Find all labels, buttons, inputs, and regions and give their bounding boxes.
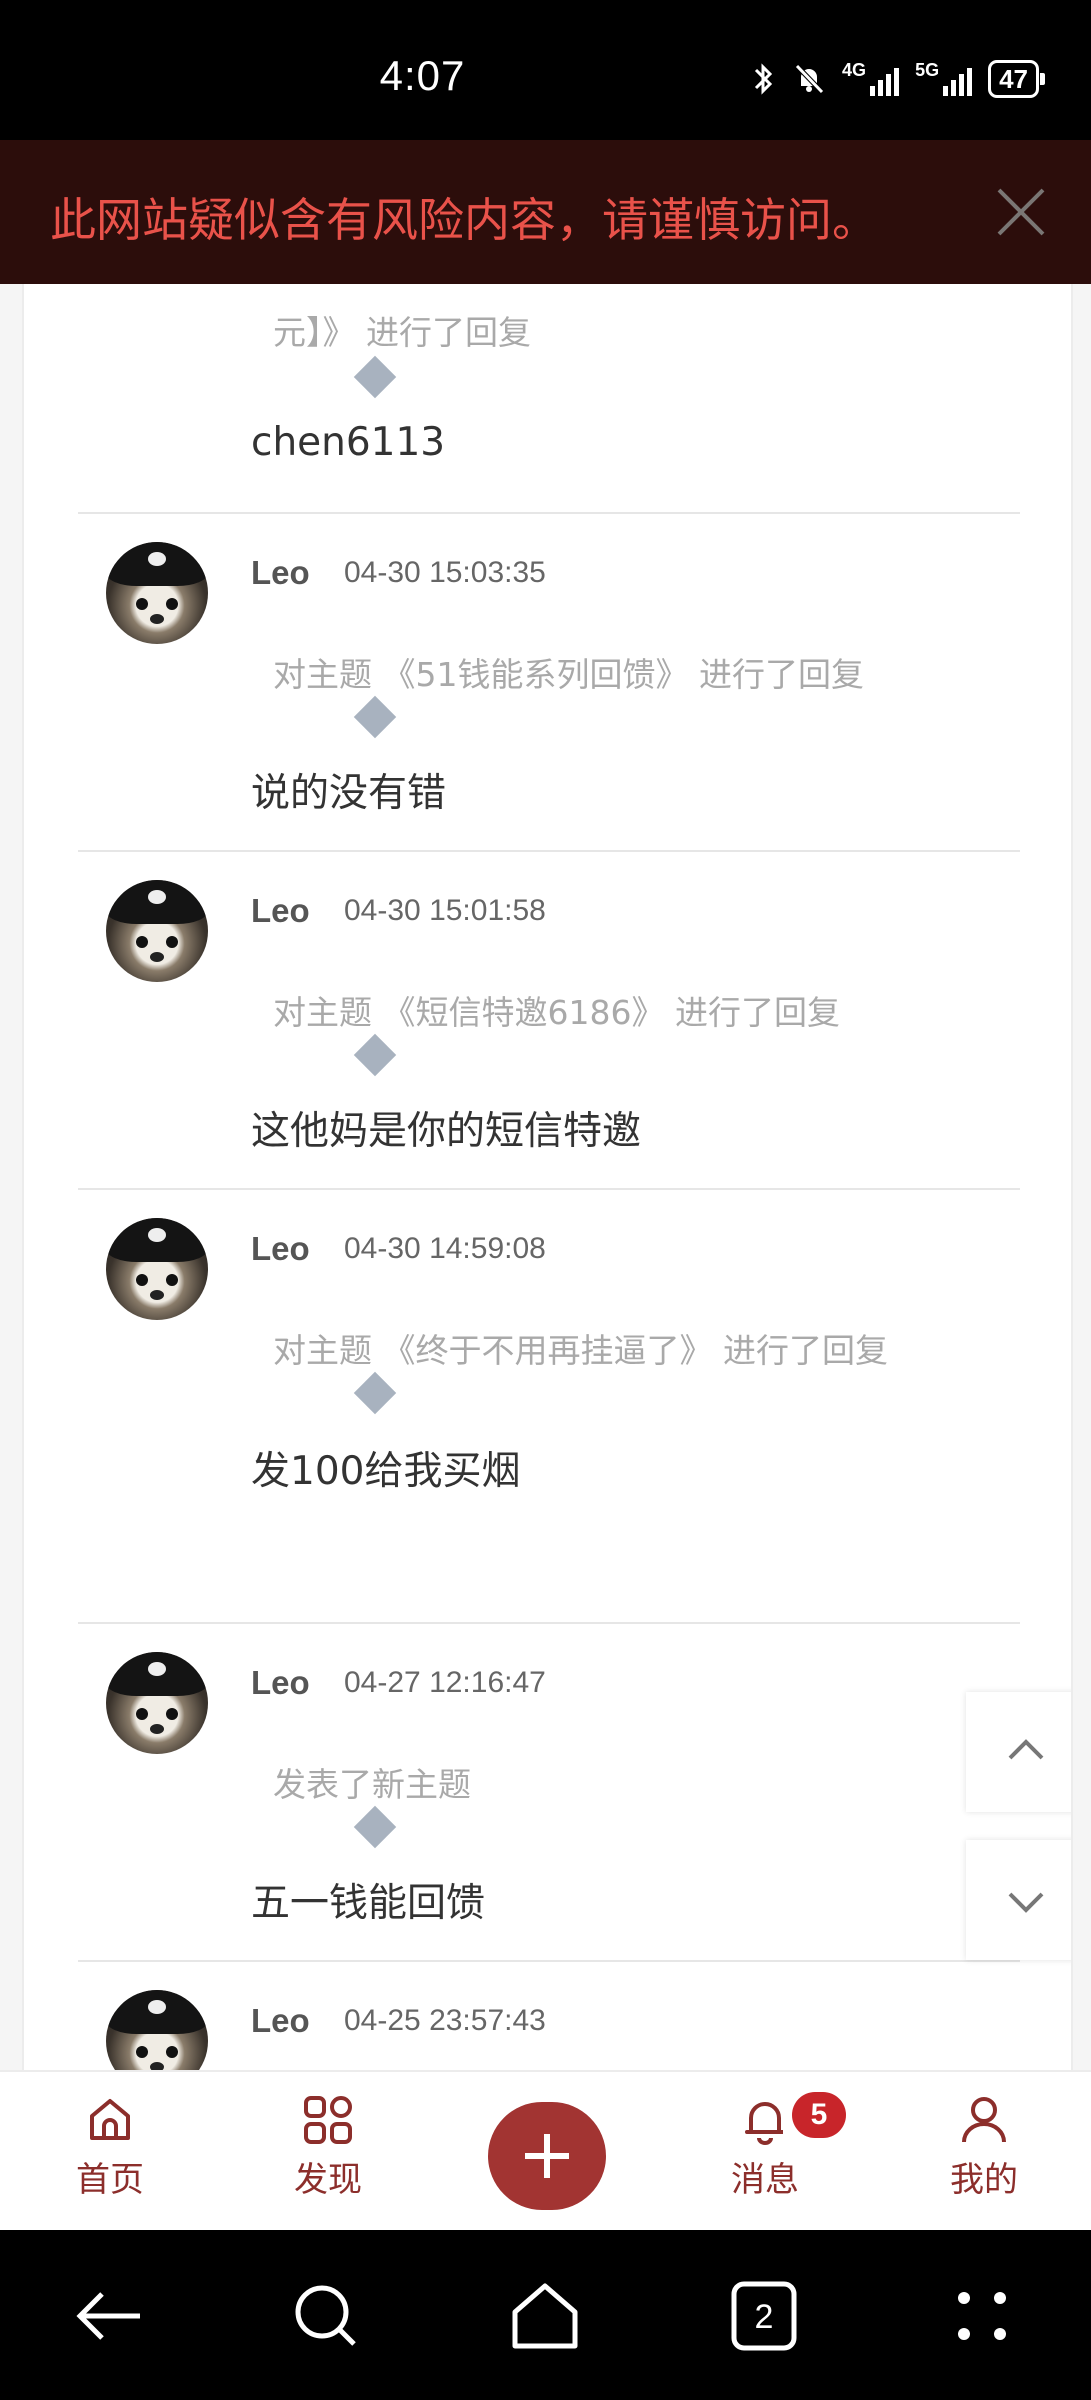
timestamp: 04-27 12:16:47 xyxy=(344,1666,546,1699)
add-post-button[interactable] xyxy=(488,2102,606,2210)
bell-icon xyxy=(745,2102,783,2145)
timestamp: 04-25 23:57:43 xyxy=(344,2004,546,2037)
more-icon[interactable] xyxy=(942,2276,1022,2356)
nav-discover-label: 发现 xyxy=(294,2160,362,2200)
nav-discover[interactable]: 发现 xyxy=(258,2094,398,2201)
battery-indicator: 47 xyxy=(988,60,1045,98)
system-navigation-bar: 2 xyxy=(0,2230,1091,2400)
chevron-down-icon xyxy=(1008,1892,1044,1913)
avatar[interactable] xyxy=(106,1990,208,2070)
bluetooth-icon xyxy=(754,63,773,95)
reply-message: 这他妈是你的短信特邀 xyxy=(251,1109,642,1154)
avatar[interactable] xyxy=(106,880,208,982)
nav-home-label: 首页 xyxy=(76,2160,144,2200)
scroll-to-bottom-button[interactable] xyxy=(966,1840,1071,1960)
user-icon xyxy=(962,2097,1006,2143)
user-name[interactable]: Leo xyxy=(251,892,310,930)
tabs-icon[interactable]: 2 xyxy=(724,2276,804,2356)
scroll-to-top-button[interactable] xyxy=(966,1692,1071,1812)
page-background-left xyxy=(0,284,22,2070)
grid-icon xyxy=(304,2096,352,2144)
unread-badge: 5 xyxy=(792,2092,846,2138)
plus-icon xyxy=(525,2134,569,2178)
user-name[interactable]: Leo xyxy=(251,2002,310,2040)
nav-mine[interactable]: 我的 xyxy=(914,2094,1054,2201)
avatar[interactable] xyxy=(106,1652,208,1754)
reply-action-text: 元】》 进行了回复 xyxy=(273,313,531,352)
user-name[interactable]: Leo xyxy=(251,554,310,592)
risk-warning-banner: 此网站疑似含有风险内容，请谨慎访问。 xyxy=(0,140,1091,284)
status-icons: 4G 5G 47 xyxy=(752,59,1045,98)
list-item[interactable]: Leo 04-27 12:16:47 发表了新主题 五一钱能回馈 xyxy=(24,1624,1071,1962)
home-icon xyxy=(90,2099,130,2140)
svg-text:2: 2 xyxy=(755,2298,774,2336)
avatar[interactable] xyxy=(106,542,208,644)
reply-action-text[interactable]: 对主题 《51钱能系列回馈》 进行了回复 xyxy=(273,648,864,696)
status-time: 4:07 xyxy=(379,52,466,99)
risk-warning-text: 此网站疑似含有风险内容，请谨慎访问。 xyxy=(50,193,878,247)
timestamp: 04-30 15:03:35 xyxy=(344,556,546,589)
back-icon[interactable] xyxy=(70,2276,150,2356)
chevron-up-icon xyxy=(1008,1739,1044,1760)
signal-icon xyxy=(870,62,900,96)
user-name[interactable]: Leo xyxy=(251,1230,310,1268)
reply-action-text[interactable]: 对主题 《短信特邀6186》 进行了回复 xyxy=(273,986,840,1034)
nav-mine-label: 我的 xyxy=(950,2160,1018,2200)
reply-message: 说的没有错 xyxy=(251,771,447,816)
reply-message: 发100给我买烟 xyxy=(251,1449,521,1494)
list-item[interactable]: Leo 04-30 15:03:35 对主题 《51钱能系列回馈》 进行了回复 … xyxy=(24,514,1071,852)
diamond-marker-icon xyxy=(353,1371,397,1415)
signal-icon-2 xyxy=(943,62,973,96)
network-4g-label: 4G xyxy=(842,59,867,80)
battery-level: 47 xyxy=(999,64,1028,94)
home-system-icon[interactable] xyxy=(505,2276,585,2356)
network-5g-label: 5G xyxy=(915,59,940,80)
nav-messages-label: 消息 xyxy=(731,2160,799,2200)
diamond-marker-icon xyxy=(353,1033,397,1077)
mute-icon xyxy=(795,64,824,94)
search-icon[interactable] xyxy=(286,2276,366,2356)
nav-home[interactable]: 首页 xyxy=(40,2094,180,2201)
diamond-marker-icon xyxy=(353,355,397,399)
reply-message: chen6113 xyxy=(251,420,446,465)
list-item[interactable]: Leo 04-30 14:59:08 对主题 《终于不用再挂逼了》 进行了回复 … xyxy=(24,1190,1071,1624)
list-item[interactable]: Leo 04-30 15:01:58 对主题 《短信特邀6186》 进行了回复 … xyxy=(24,852,1071,1190)
timestamp: 04-30 15:01:58 xyxy=(344,894,546,927)
bottom-navigation: 首页 发现 消息 5 我的 xyxy=(0,2070,1091,2232)
list-item[interactable]: Leo 04-25 23:57:43 xyxy=(24,1962,1071,2070)
topic-title[interactable]: 五一钱能回馈 xyxy=(251,1872,485,1928)
diamond-marker-icon xyxy=(353,1805,397,1849)
close-icon[interactable] xyxy=(989,180,1053,244)
status-bar: 4:07 4G 5G 47 xyxy=(0,0,1091,140)
list-item-partial[interactable]: 元】》 进行了回复 chen6113 xyxy=(24,284,1071,514)
user-name[interactable]: Leo xyxy=(251,1664,310,1702)
avatar[interactable] xyxy=(106,1218,208,1320)
diamond-marker-icon xyxy=(353,695,397,739)
timestamp: 04-30 14:59:08 xyxy=(344,1232,546,1265)
reply-action-text[interactable]: 对主题 《终于不用再挂逼了》 进行了回复 xyxy=(273,1324,888,1372)
activity-feed[interactable]: 元】》 进行了回复 chen6113 Leo 04-30 15:03:35 对主… xyxy=(22,284,1073,2070)
new-topic-action-text[interactable]: 发表了新主题 xyxy=(273,1758,471,1806)
